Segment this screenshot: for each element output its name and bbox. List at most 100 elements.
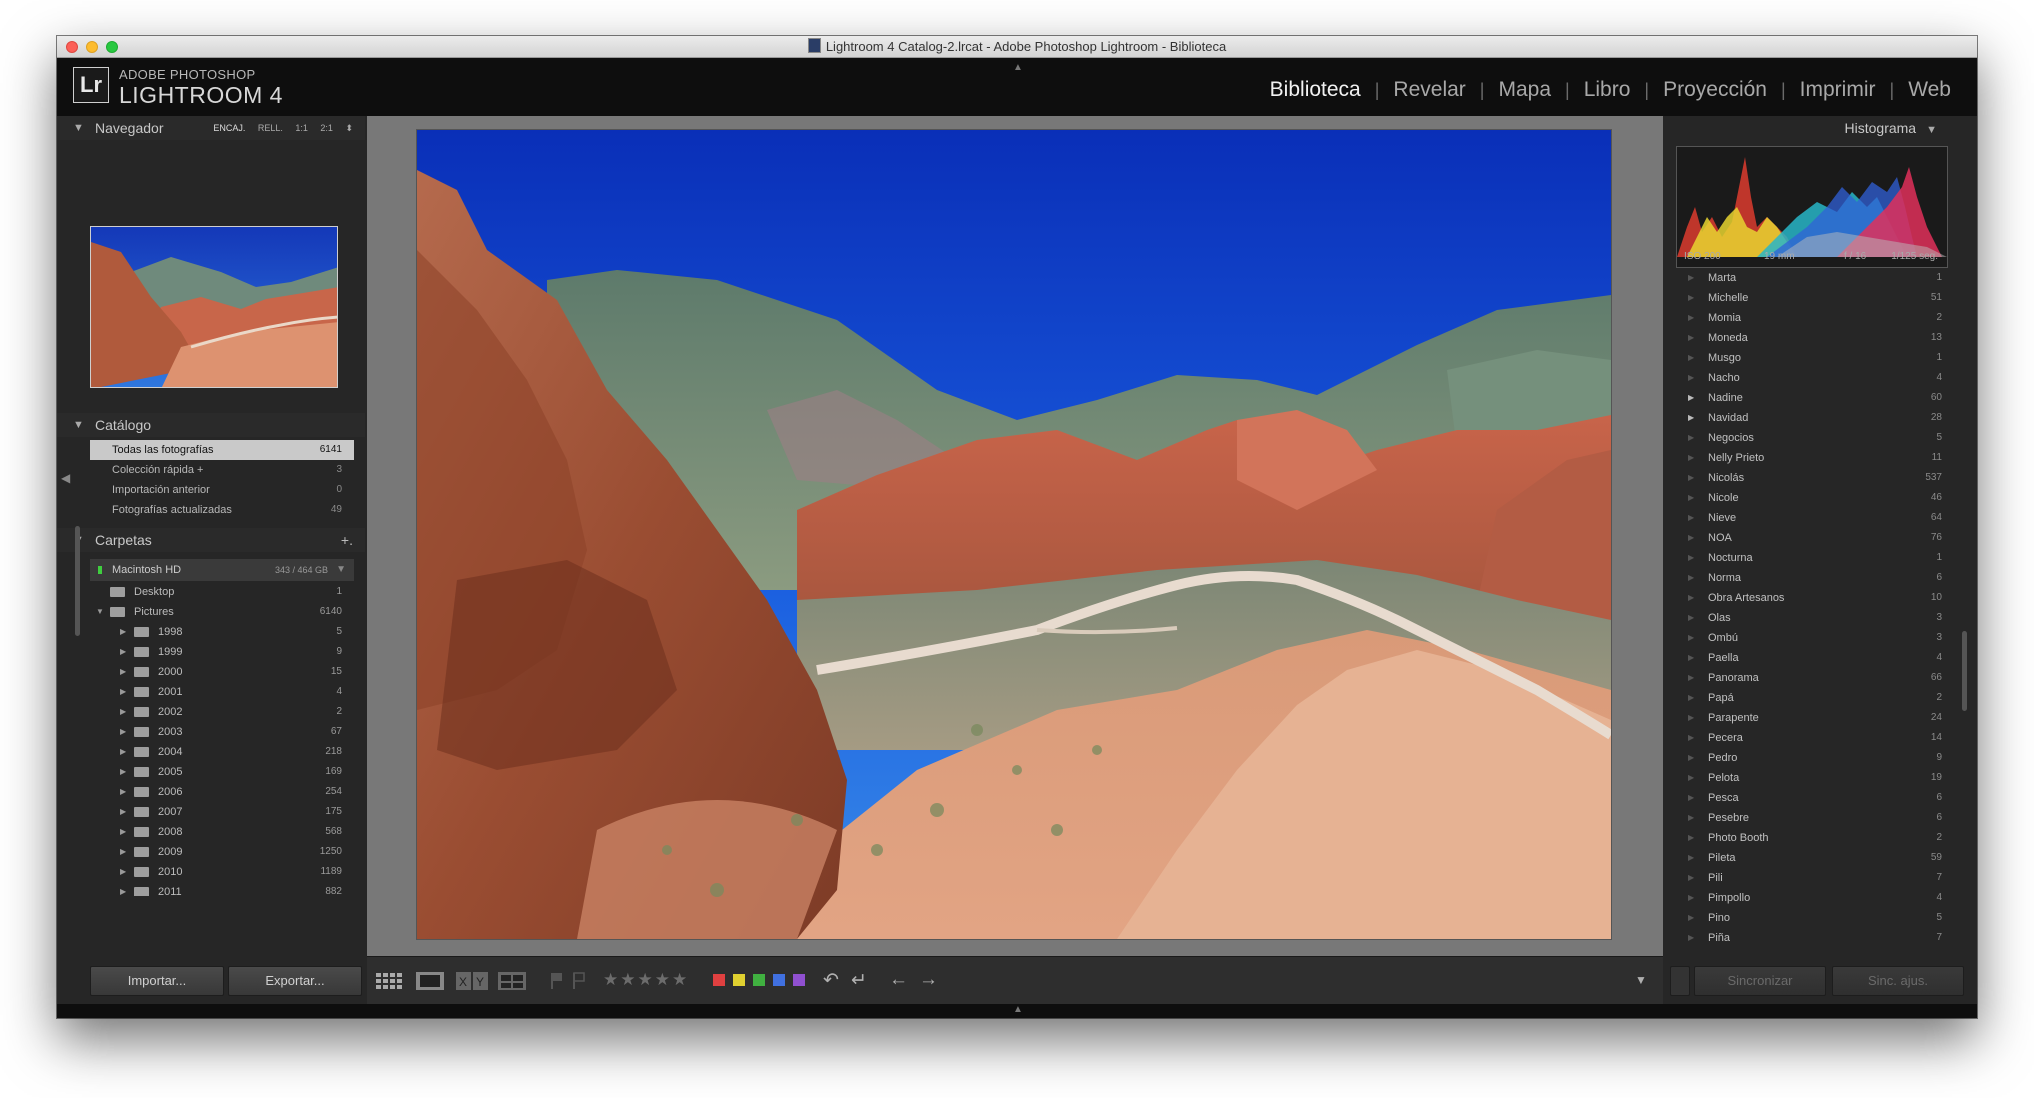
collapsed-triangle-icon[interactable]: ▶ [120,682,126,702]
add-folder-icon[interactable]: +. [341,528,353,552]
loupe-view-icon[interactable] [415,971,445,996]
keyword-row[interactable]: ▶ Papá 2 [1680,688,1952,708]
main-photo[interactable] [417,130,1611,939]
keyword-row[interactable]: ▶ Nacho 4 [1680,368,1952,388]
flag-reject-icon[interactable] [571,971,587,996]
expand-filmstrip-icon[interactable]: ▲ [1013,1004,1023,1015]
collapsed-triangle-icon[interactable]: ▶ [120,702,126,722]
disk-row[interactable]: Macintosh HD 343 / 464 GB ▼ [90,559,354,581]
keyword-row[interactable]: ▶ Ombú 3 [1680,628,1952,648]
zoom-2-1[interactable]: 2:1 [320,123,333,133]
toolbar-menu-icon[interactable]: ▼ [1635,973,1647,987]
navigator-header[interactable]: ▼ Navegador ENCAJ. RELL. 1:1 2:1 ⬍ [57,116,365,140]
module-mapa[interactable]: Mapa [1484,78,1565,102]
module-web[interactable]: Web [1894,78,1965,102]
keyword-row[interactable]: ▶ Pedro 9 [1680,748,1952,768]
sync-toggle[interactable] [1670,966,1690,996]
minimize-window-button[interactable] [86,41,98,53]
collapsed-triangle-icon[interactable]: ▶ [120,622,126,642]
keyword-row[interactable]: ▶ Negocios 5 [1680,428,1952,448]
keyword-row[interactable]: ▶ Moneda 13 [1680,328,1952,348]
zoom-stepper-icon[interactable]: ⬍ [345,123,353,133]
folder-row[interactable]: ▶ 1999 9 [90,642,354,662]
keyword-row[interactable]: ▶ Nieve 64 [1680,508,1952,528]
module-revelar[interactable]: Revelar [1379,78,1479,102]
keyword-row[interactable]: ▶ Pimpollo 4 [1680,888,1952,908]
label-red-icon[interactable] [713,974,725,986]
export-button[interactable]: Exportar... [228,966,362,996]
label-blue-icon[interactable] [773,974,785,986]
folder-row[interactable]: ▶ 2006 254 [90,782,354,802]
grid-view-icon[interactable] [375,971,405,996]
catalog-item[interactable]: Importación anterior 0 [90,480,354,500]
keyword-row[interactable]: ▶ Nocturna 1 [1680,548,1952,568]
import-button[interactable]: Importar... [90,966,224,996]
keyword-row[interactable]: ▶ Pecera 14 [1680,728,1952,748]
keyword-row[interactable]: ▶ Obra Artesanos 10 [1680,588,1952,608]
compare-view-icon[interactable]: XY [455,971,489,996]
collapsed-triangle-icon[interactable]: ▶ [120,782,126,802]
sync-button[interactable]: Sincronizar [1694,966,1826,996]
keyword-row[interactable]: ▶ Nicolás 537 [1680,468,1952,488]
catalog-item[interactable]: Fotografías actualizadas 49 [90,500,354,520]
keyword-row[interactable]: ✓▶Panorama66 [1680,668,1952,688]
collapsed-triangle-icon[interactable]: ▶ [120,802,126,822]
folder-row[interactable]: ▼ Pictures 6140 [90,602,354,622]
collapsed-triangle-icon[interactable]: ▶ [120,862,126,882]
keyword-row[interactable]: ▶ Photo Booth 2 [1680,828,1952,848]
histogram-header[interactable]: Histograma ▼ [1845,116,1937,140]
folder-row[interactable]: ▶ 2005 169 [90,762,354,782]
star-rating[interactable]: ★★★★★ [603,970,689,990]
navigator-preview[interactable] [90,226,338,388]
keyword-row[interactable]: ▶ Michelle 51 [1680,288,1952,308]
keyword-row[interactable]: ▶ Pino 5 [1680,908,1952,928]
zoom-window-button[interactable] [106,41,118,53]
catalog-header[interactable]: ▼ Catálogo [57,413,365,437]
keyword-row[interactable]: ▶ Musgo 1 [1680,348,1952,368]
folder-row[interactable]: ▶ 1998 5 [90,622,354,642]
collapse-triangle-icon[interactable]: ▼ [73,413,84,437]
expand-keyword-icon[interactable]: ▶ [1688,408,1694,428]
label-yellow-icon[interactable] [733,974,745,986]
keyword-row[interactable]: ▶ Parapente 24 [1680,708,1952,728]
close-window-button[interactable] [66,41,78,53]
keyword-row[interactable]: ▶ Momia 2 [1680,308,1952,328]
right-panel-scrollbar[interactable] [1962,631,1967,711]
collapsed-triangle-icon[interactable]: ▶ [120,882,126,896]
keyword-row[interactable]: ▶ Piña 7 [1680,928,1952,948]
keyword-row[interactable]: ▶ Olas 3 [1680,608,1952,628]
collapse-triangle-icon[interactable]: ▼ [1926,124,1937,136]
folders-header[interactable]: ▼ Carpetas +. [57,528,365,552]
collapse-triangle-icon[interactable]: ▼ [73,116,84,140]
collapsed-triangle-icon[interactable]: ▶ [120,842,126,862]
keyword-row[interactable]: ▶ Nicole 46 [1680,488,1952,508]
folder-row[interactable]: ▶ 2001 4 [90,682,354,702]
expanded-triangle-icon[interactable]: ▼ [96,602,104,622]
zoom-fill[interactable]: RELL. [258,123,283,133]
keyword-row[interactable]: ▶ Nadine 60 [1680,388,1952,408]
folder-row[interactable]: ▶ 2002 2 [90,702,354,722]
collapsed-triangle-icon[interactable]: ▶ [120,822,126,842]
keyword-row[interactable]: ▶ NOA 76 [1680,528,1952,548]
flag-pick-icon[interactable] [549,971,565,996]
folder-row[interactable]: ▶ 2009 1250 [90,842,354,862]
keyword-row[interactable]: ▶ Pili 7 [1680,868,1952,888]
folder-row[interactable]: ▶ 2010 1189 [90,862,354,882]
keyword-row[interactable]: ▶ Norma 6 [1680,568,1952,588]
collapsed-triangle-icon[interactable]: ▶ [120,662,126,682]
keyword-row[interactable]: ▶ Pelota 19 [1680,768,1952,788]
collapse-left-panel-icon[interactable]: ◀ [61,471,70,485]
survey-view-icon[interactable] [497,971,527,996]
module-imprimir[interactable]: Imprimir [1786,78,1890,102]
keyword-row[interactable]: ▶ Pileta 59 [1680,848,1952,868]
sync-settings-button[interactable]: Sinc. ajus. [1832,966,1964,996]
collapsed-triangle-icon[interactable]: ▶ [120,762,126,782]
catalog-item[interactable]: Colección rápida + 3 [90,460,354,480]
keyword-row[interactable]: ▶ Paella 4 [1680,648,1952,668]
expand-keyword-icon[interactable]: ▶ [1688,388,1694,408]
folder-row[interactable]: ▶ 2007 175 [90,802,354,822]
keyword-row[interactable]: ▶ Pesca 6 [1680,788,1952,808]
module-libro[interactable]: Libro [1570,78,1645,102]
rotate-left-icon[interactable]: ↶ [823,969,839,992]
collapse-top-panel-icon[interactable]: ▲ [1013,62,1023,73]
